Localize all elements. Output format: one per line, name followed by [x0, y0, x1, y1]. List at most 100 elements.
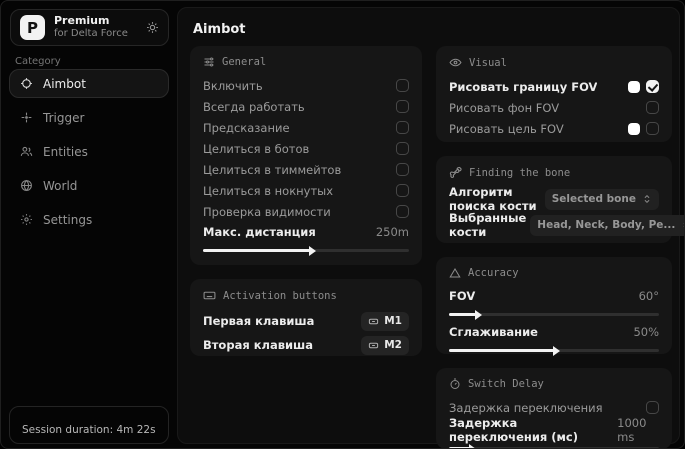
- sidebar-item-label: Settings: [43, 212, 93, 227]
- toggle-label: Проверка видимости: [203, 204, 331, 219]
- checkbox-aim-teammates[interactable]: [396, 163, 409, 176]
- sidebar-item-label: World: [43, 178, 78, 193]
- main-panel: Aimbot General Включить Всегда работать …: [177, 7, 684, 448]
- panel-bone-header: Finding the bone: [449, 166, 659, 179]
- select-value: Selected bone: [551, 193, 636, 205]
- checkbox-switch-delay[interactable]: [646, 401, 659, 414]
- eye-icon: [449, 56, 462, 69]
- refresh-gear-icon[interactable]: [146, 21, 159, 34]
- app-logo: P: [20, 15, 45, 40]
- premium-texts: Premium for Delta Force: [54, 15, 137, 39]
- panel-title: Visual: [469, 56, 507, 69]
- visual-row-label: Рисовать цель FOV: [449, 121, 564, 136]
- checkbox-aim-bots[interactable]: [396, 142, 409, 155]
- session-duration-text: Session duration: 4m 22s: [22, 424, 156, 436]
- select-label: Алгоритм поиска кости: [449, 185, 537, 213]
- sidebar: P Premium for Delta Force Category Aimbo…: [1, 1, 176, 448]
- panel-title: Activation buttons: [223, 289, 337, 302]
- slider-fill[interactable]: [449, 345, 560, 356]
- crosshair-icon: [20, 77, 33, 90]
- checkbox-visibility-check[interactable]: [396, 205, 409, 218]
- keybind-label: Вторая клавиша: [203, 338, 314, 352]
- panel-finding-bone: Finding the bone Алгоритм поиска кости S…: [436, 156, 684, 243]
- premium-subtitle: for Delta Force: [54, 28, 128, 40]
- sidebar-item-aimbot[interactable]: Aimbot: [9, 69, 169, 98]
- keyboard-icon: [203, 289, 216, 302]
- toggle-label: Предсказание: [203, 120, 290, 135]
- sidebar-item-world[interactable]: World: [9, 171, 169, 200]
- fov-slider[interactable]: [449, 309, 659, 320]
- panel-title: General: [222, 56, 267, 68]
- panel-activation-header: Activation buttons: [203, 289, 409, 302]
- checkbox-draw-fov-border[interactable]: [646, 80, 659, 93]
- checkbox-always-work[interactable]: [396, 100, 409, 113]
- stopwatch-icon: [449, 378, 461, 390]
- toggle-label: Целиться в ботов: [203, 141, 310, 156]
- globe-icon: [20, 179, 33, 192]
- slider-label: Задержка переключения (мс): [449, 416, 578, 444]
- triangle-icon: [449, 267, 461, 279]
- slider-label: Макс. дистанция: [203, 225, 316, 239]
- premium-title: Premium: [54, 14, 110, 28]
- category-label: Category: [15, 56, 61, 67]
- gear-icon: [20, 213, 33, 226]
- panel-activation-buttons: Activation buttons Первая клавиша M1 Вто…: [190, 279, 422, 356]
- toggle-label: Целиться в нокнутых: [203, 183, 334, 198]
- mouse-key-icon: [368, 316, 379, 327]
- panel-visual: Visual Рисовать границу FOV Рисовать фон…: [436, 46, 672, 142]
- sidebar-item-settings[interactable]: Settings: [9, 205, 169, 234]
- panel-title: Accuracy: [468, 267, 519, 279]
- panel-visual-header: Visual: [449, 56, 659, 69]
- slider-value: 60°: [638, 289, 659, 303]
- checkbox-draw-fov-target[interactable]: [646, 122, 659, 135]
- sliders-icon: [203, 56, 215, 68]
- max-distance-slider[interactable]: [203, 245, 409, 256]
- toggle-label: Задержка переключения: [449, 400, 603, 415]
- smoothing-slider[interactable]: [449, 345, 659, 356]
- panel-accuracy: Accuracy FOV 60° Сглаживание 50%: [436, 257, 672, 356]
- checkbox-prediction[interactable]: [396, 121, 409, 134]
- sidebar-item-label: Trigger: [43, 110, 85, 125]
- bone-algorithm-select[interactable]: Selected bone: [544, 188, 659, 210]
- color-swatch[interactable]: [628, 80, 640, 93]
- checkbox-enable[interactable]: [396, 79, 409, 92]
- keybind-label: Первая клавиша: [203, 314, 315, 328]
- keybind-value: M1: [384, 315, 402, 327]
- select-value: Head, Neck, Body, Pe...: [537, 219, 676, 231]
- panel-accuracy-header: Accuracy: [449, 267, 659, 279]
- sidebar-item-entities[interactable]: Entities: [9, 137, 169, 166]
- column-left: General Включить Всегда работать Предска…: [190, 46, 422, 370]
- slider-fill[interactable]: [203, 245, 317, 256]
- color-swatch[interactable]: [628, 122, 640, 135]
- toggle-label: Всегда работать: [203, 99, 305, 114]
- checkbox-aim-knocked[interactable]: [396, 184, 409, 197]
- selected-bones-select[interactable]: Head, Neck, Body, Pe...: [530, 214, 684, 236]
- slider-label: Сглаживание: [449, 325, 538, 339]
- select-label: Выбранные кости: [449, 211, 527, 239]
- toggle-label: Включить: [203, 78, 263, 93]
- sidebar-nav: Aimbot Trigger Entities World Settings: [9, 69, 169, 234]
- toggle-label: Целиться в тиммейтов: [203, 162, 342, 177]
- premium-card[interactable]: P Premium for Delta Force: [10, 9, 169, 46]
- trigger-crosshair-icon: [20, 111, 33, 124]
- slider-fill[interactable]: [449, 309, 483, 320]
- panel-switch-delay: Switch Delay Задержка переключения Задер…: [436, 368, 672, 448]
- session-duration-card: Session duration: 4m 22s: [9, 406, 169, 444]
- panel-switch-delay-header: Switch Delay: [449, 378, 659, 390]
- sidebar-item-label: Aimbot: [43, 76, 86, 91]
- keybind-value: M2: [384, 339, 402, 351]
- sidebar-item-trigger[interactable]: Trigger: [9, 103, 169, 132]
- checkbox-draw-fov-background[interactable]: [646, 101, 659, 114]
- app-window: P Premium for Delta Force Category Aimbo…: [0, 0, 685, 449]
- chevrons-up-down-icon: [642, 194, 652, 204]
- panel-title: Switch Delay: [468, 378, 544, 390]
- keybind-button-m1[interactable]: M1: [361, 311, 409, 331]
- panel-title: Finding the bone: [469, 166, 571, 179]
- slider-value: 250m: [375, 225, 409, 239]
- column-right: Visual Рисовать границу FOV Рисовать фон…: [436, 46, 684, 448]
- bone-icon: [449, 166, 462, 179]
- keybind-button-m2[interactable]: M2: [361, 335, 409, 355]
- panel-general-header: General: [203, 56, 409, 68]
- panel-general: General Включить Всегда работать Предска…: [190, 46, 422, 265]
- visual-row-label: Рисовать границу FOV: [449, 79, 598, 94]
